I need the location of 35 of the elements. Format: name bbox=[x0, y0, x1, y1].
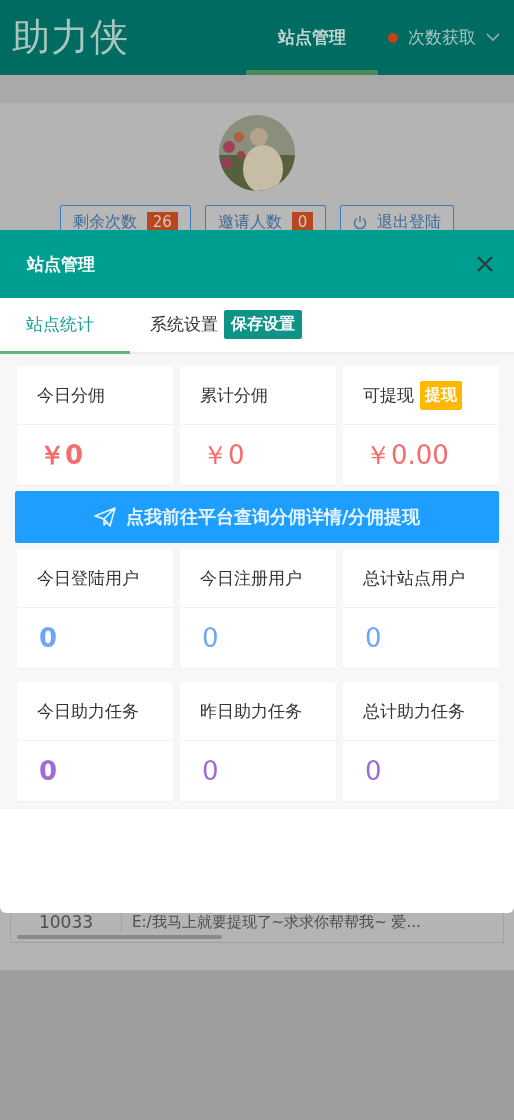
stat-value: 0 bbox=[202, 623, 219, 653]
withdraw-button[interactable]: 提现 bbox=[420, 380, 462, 410]
status-dot-icon bbox=[388, 32, 398, 43]
nav-dropdown[interactable]: 次数获取 bbox=[378, 0, 514, 75]
stat-label: 总计助力任务 bbox=[363, 699, 465, 723]
stat-value: ￥0 bbox=[39, 438, 84, 472]
stat-value: ￥0.00 bbox=[365, 438, 449, 472]
save-button[interactable]: 保存设置 bbox=[224, 310, 302, 339]
stat-value: 0 bbox=[39, 623, 58, 653]
paper-plane-icon bbox=[93, 507, 116, 527]
stat-label: 今日分佣 bbox=[37, 383, 105, 407]
stat-value: 0 bbox=[365, 623, 382, 653]
power-icon bbox=[353, 215, 368, 229]
stat-label: 今日助力任务 bbox=[37, 699, 139, 723]
stat-value: ￥0 bbox=[202, 438, 245, 472]
count-badge: 26 bbox=[146, 212, 178, 232]
stat-value: 0 bbox=[365, 756, 382, 786]
stat-label: 总计站点用户 bbox=[363, 566, 465, 590]
modal-title: 站点管理 bbox=[27, 252, 95, 276]
scrollbar[interactable] bbox=[17, 935, 222, 939]
tab[interactable]: 站点统计 bbox=[26, 313, 94, 336]
caret-icon bbox=[486, 33, 500, 42]
count-badge: 0 bbox=[291, 212, 314, 232]
stat-label: 今日注册用户 bbox=[200, 566, 302, 590]
stat-label: 累计分佣 bbox=[200, 383, 268, 407]
platform-link-button[interactable]: 点我前往平台查询分佣详情/分佣提现 bbox=[15, 491, 499, 543]
stat-label: 昨日助力任务 bbox=[200, 699, 302, 723]
stat-value: 0 bbox=[202, 756, 219, 786]
stat-label: 可提现 bbox=[363, 383, 414, 407]
table-cell-text: E:/我马上就要提现了~求求你帮帮我~ 爱... bbox=[131, 912, 421, 932]
tab[interactable]: 系统设置 bbox=[150, 313, 218, 336]
stat-value: 0 bbox=[39, 756, 58, 786]
stat-label: 今日登陆用户 bbox=[37, 566, 139, 590]
logo-text: 助力侠 bbox=[12, 14, 129, 61]
close-icon[interactable] bbox=[476, 255, 494, 273]
